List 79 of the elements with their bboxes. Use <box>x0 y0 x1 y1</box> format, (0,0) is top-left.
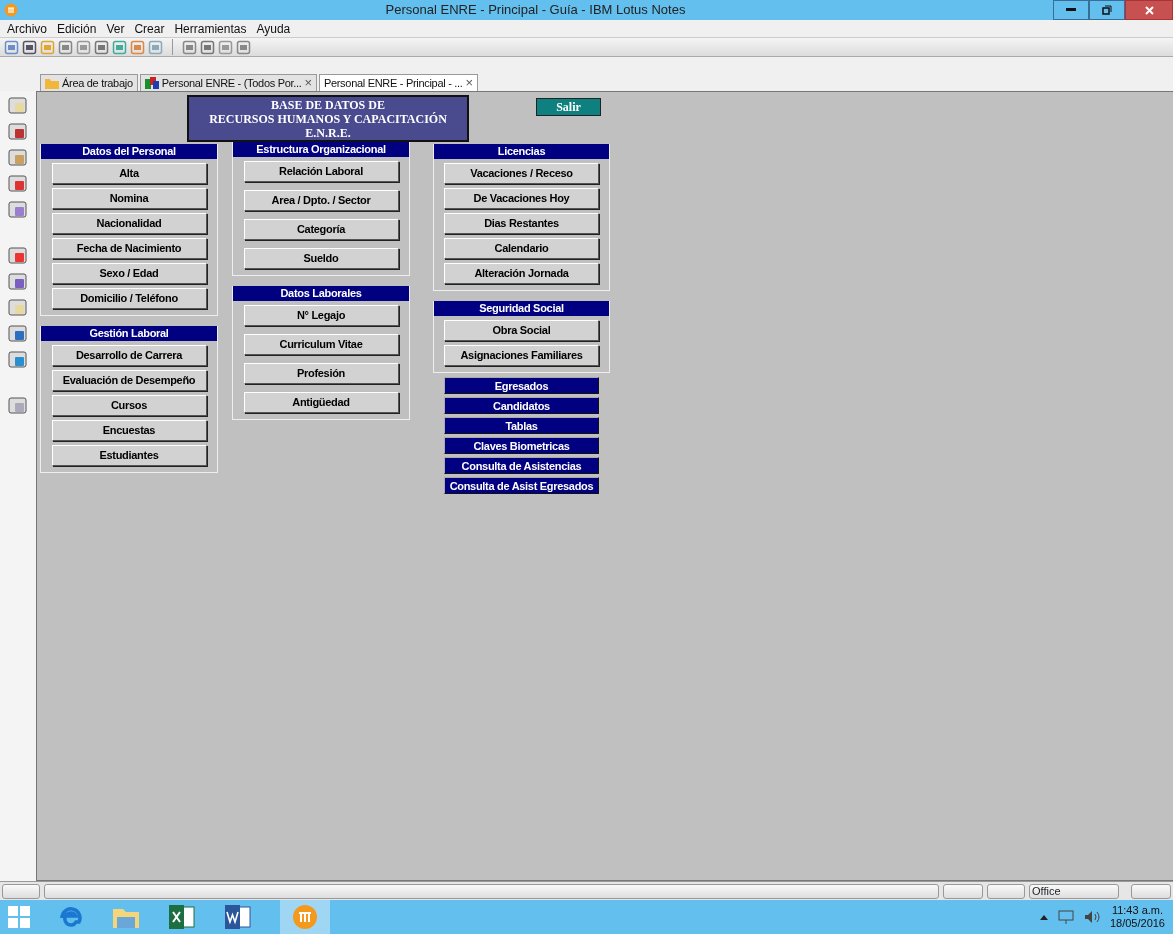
form-button[interactable]: Desarrollo de Carrera <box>51 345 207 366</box>
form-button[interactable]: Area / Dpto. / Sector <box>243 190 399 211</box>
form-button[interactable]: Domicilio / Teléfono <box>51 288 207 309</box>
section-title: Datos Laborales <box>233 286 409 301</box>
form-button[interactable]: Curriculum Vitae <box>243 334 399 355</box>
status-field[interactable] <box>2 883 40 899</box>
tray-arrow-icon[interactable] <box>1039 914 1048 920</box>
link-button[interactable]: Egresados <box>444 377 599 394</box>
window-title: Personal ENRE - Principal - Guía - IBM Lotus Notes <box>384 1 687 20</box>
signature-field[interactable] <box>987 883 1025 899</box>
document-tab[interactable]: Personal ENRE - Principal - ... × <box>318 74 478 91</box>
database-banner: BASE DE DATOS DE RECURSOS HUMANOS Y CAPACITACIÓN E.N.R.E. <box>187 95 469 142</box>
notes-taskbar-button[interactable] <box>280 900 330 934</box>
close-icon <box>1144 5 1154 15</box>
restore-button[interactable] <box>1089 0 1125 20</box>
section-title: Gestión Laboral <box>41 326 217 341</box>
form-button[interactable]: Sexo / Edad <box>51 263 207 284</box>
spreadsheet-icon[interactable] <box>168 904 196 930</box>
form-button[interactable]: Nacionalidad <box>51 213 207 234</box>
tab-label[interactable]: Área de trabajo <box>62 74 133 92</box>
exit-button[interactable]: Salir <box>536 98 601 116</box>
clock-date[interactable]: 18/05/2016 <box>1109 917 1165 930</box>
link-button[interactable]: Claves Biometricas <box>444 437 599 454</box>
document-tab[interactable]: Área de trabajo <box>40 74 138 91</box>
browser-icon[interactable] <box>58 904 84 930</box>
form-button[interactable]: Estudiantes <box>51 445 207 466</box>
link-button[interactable]: Tablas <box>444 417 599 434</box>
online-status-field[interactable] <box>943 883 983 899</box>
section-title: Licencias <box>434 144 609 159</box>
menu-item[interactable]: Ver <box>105 19 126 38</box>
menu-item[interactable]: Archivo <box>6 19 48 38</box>
link-button[interactable]: Consulta de Asist Egresados <box>444 477 599 494</box>
form-button[interactable]: Categoría <box>243 219 399 240</box>
location-field[interactable]: Office <box>1029 883 1119 899</box>
speaker-icon[interactable] <box>1083 910 1100 924</box>
form-button[interactable]: N° Legajo <box>243 305 399 326</box>
section-title: Seguridad Social <box>434 301 609 316</box>
minimize-icon <box>1066 8 1076 12</box>
section-title: Estructura Organizacional <box>233 142 409 157</box>
form-button[interactable]: Cursos <box>51 395 207 416</box>
document-icon[interactable] <box>224 904 252 930</box>
tab-close-button[interactable]: × <box>304 73 312 93</box>
form-button[interactable]: Obra Social <box>444 320 599 341</box>
link-button[interactable]: Candidatos <box>444 397 599 414</box>
network-icon[interactable] <box>1057 910 1074 924</box>
form-button[interactable]: Calendario <box>444 238 599 259</box>
menu-item[interactable]: Herramientas <box>173 19 248 38</box>
section-title: Datos del Personal <box>41 144 217 159</box>
form-button[interactable]: Vacaciones / Receso <box>444 163 599 184</box>
form-button[interactable]: Evaluación de Desempeño <box>51 370 207 391</box>
start-icon[interactable] <box>8 906 30 928</box>
form-button[interactable]: Encuestas <box>51 420 207 441</box>
form-button[interactable]: Alteración Jornada <box>444 263 599 284</box>
tab-close-button[interactable]: × <box>465 73 473 93</box>
link-button[interactable]: Consulta de Asistencias <box>444 457 599 474</box>
form-button[interactable]: Sueldo <box>243 248 399 269</box>
document-tab[interactable]: Personal ENRE - (Todos Por... × <box>139 74 317 91</box>
form-button[interactable]: Dias Restantes <box>444 213 599 234</box>
form-button[interactable]: Antigüedad <box>243 392 399 413</box>
restore-icon <box>1102 5 1112 15</box>
app-logo-icon <box>4 3 18 17</box>
form-button[interactable]: Alta <box>51 163 207 184</box>
form-button[interactable]: Nomina <box>51 188 207 209</box>
database-icon <box>144 77 159 89</box>
close-button[interactable] <box>1125 0 1173 20</box>
form-button[interactable]: Asignaciones Familiares <box>444 345 599 366</box>
menu-item[interactable]: Crear <box>133 19 166 38</box>
menu-item[interactable]: Edición <box>56 19 98 38</box>
clock-time[interactable]: 11:43 a.m. <box>1109 904 1165 917</box>
menu-item[interactable]: Ayuda <box>255 19 292 38</box>
form-button[interactable]: Fecha de Nacimiento <box>51 238 207 259</box>
form-button[interactable]: De Vacaciones Hoy <box>444 188 599 209</box>
minimize-button[interactable] <box>1053 0 1089 20</box>
form-button[interactable]: Relación Laboral <box>243 161 399 182</box>
form-button[interactable]: Profesión <box>243 363 399 384</box>
tab-label[interactable]: Personal ENRE - (Todos Por... <box>161 74 302 92</box>
replication-field[interactable] <box>1131 883 1171 899</box>
tab-label[interactable]: Personal ENRE - Principal - ... <box>323 74 463 92</box>
notes-logo-icon <box>292 904 318 930</box>
